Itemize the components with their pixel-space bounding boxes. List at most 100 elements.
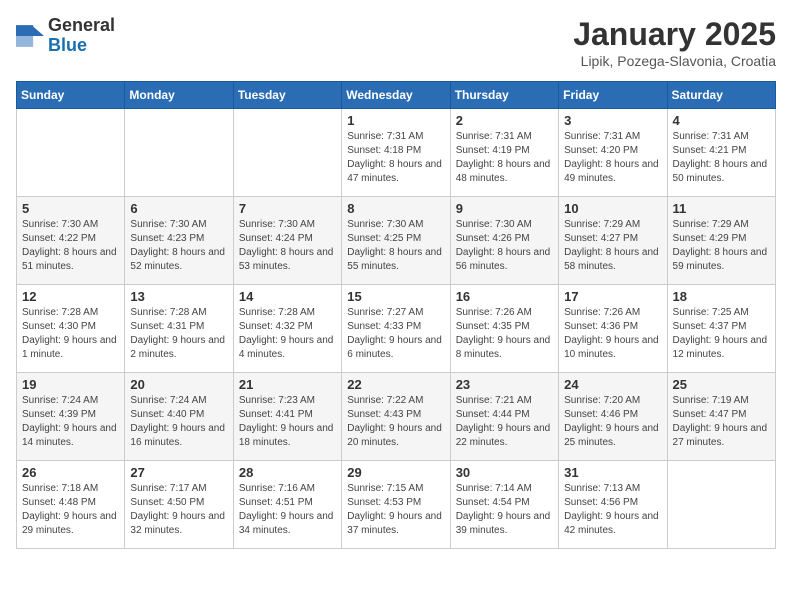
- day-number: 30: [456, 465, 553, 480]
- day-number: 8: [347, 201, 444, 216]
- day-cell: 4 Sunrise: 7:31 AM Sunset: 4:21 PM Daylig…: [667, 109, 775, 197]
- day-info: Sunrise: 7:30 AM Sunset: 4:23 PM Dayligh…: [130, 218, 227, 274]
- logo-text: General Blue: [48, 16, 115, 56]
- day-number: 11: [673, 201, 770, 216]
- day-number: 25: [673, 377, 770, 392]
- day-cell: 10Sunrise: 7:29 AM Sunset: 4:27 PM Dayli…: [559, 197, 667, 285]
- day-info: Sunrise: 7:13 AM Sunset: 4:56 PM Dayligh…: [564, 482, 661, 538]
- day-info: Sunrise: 7:31 AM Sunset: 4:21 PM Dayligh…: [673, 130, 770, 186]
- day-number: 12: [22, 289, 119, 304]
- day-number: 6: [130, 201, 227, 216]
- logo-blue: Blue: [48, 35, 87, 55]
- day-info: Sunrise: 7:31 AM Sunset: 4:19 PM Dayligh…: [456, 130, 553, 186]
- day-number: 21: [239, 377, 336, 392]
- day-number: 9: [456, 201, 553, 216]
- week-row-3: 12Sunrise: 7:28 AM Sunset: 4:30 PM Dayli…: [17, 285, 776, 373]
- title-block: January 2025 Lipik, Pozega-Slavonia, Cro…: [573, 16, 776, 69]
- day-cell: 9Sunrise: 7:30 AM Sunset: 4:26 PM Daylig…: [450, 197, 558, 285]
- day-number: 27: [130, 465, 227, 480]
- day-number: 17: [564, 289, 661, 304]
- day-cell: [125, 109, 233, 197]
- day-info: Sunrise: 7:20 AM Sunset: 4:46 PM Dayligh…: [564, 394, 661, 450]
- day-info: Sunrise: 7:22 AM Sunset: 4:43 PM Dayligh…: [347, 394, 444, 450]
- day-cell: 8 Sunrise: 7:30 AM Sunset: 4:25 PM Daylig…: [342, 197, 450, 285]
- weekday-header-wednesday: Wednesday: [342, 82, 450, 109]
- day-info: Sunrise: 7:28 AM Sunset: 4:32 PM Dayligh…: [239, 306, 336, 362]
- day-cell: 19 Sunrise: 7:24 AM Sunset: 4:39 PM Dayli…: [17, 373, 125, 461]
- day-number: 22: [347, 377, 444, 392]
- day-cell: 17 Sunrise: 7:26 AM Sunset: 4:36 PM Dayli…: [559, 285, 667, 373]
- day-cell: 3 Sunrise: 7:31 AM Sunset: 4:20 PM Daylig…: [559, 109, 667, 197]
- day-cell: 7 Sunrise: 7:30 AM Sunset: 4:24 PM Daylig…: [233, 197, 341, 285]
- day-number: 26: [22, 465, 119, 480]
- day-number: 20: [130, 377, 227, 392]
- page-header: General Blue January 2025 Lipik, Pozega-…: [16, 16, 776, 69]
- day-cell: 13 Sunrise: 7:28 AM Sunset: 4:31 PM Dayli…: [125, 285, 233, 373]
- day-info: Sunrise: 7:24 AM Sunset: 4:39 PM Dayligh…: [22, 394, 119, 450]
- week-row-4: 19 Sunrise: 7:24 AM Sunset: 4:39 PM Dayli…: [17, 373, 776, 461]
- weekday-header-thursday: Thursday: [450, 82, 558, 109]
- day-cell: 23 Sunrise: 7:21 AM Sunset: 4:44 PM Dayli…: [450, 373, 558, 461]
- calendar-title: January 2025: [573, 16, 776, 53]
- calendar-table: SundayMondayTuesdayWednesdayThursdayFrid…: [16, 81, 776, 549]
- day-number: 29: [347, 465, 444, 480]
- day-number: 14: [239, 289, 336, 304]
- day-number: 7: [239, 201, 336, 216]
- weekday-header-sunday: Sunday: [17, 82, 125, 109]
- day-cell: 21 Sunrise: 7:23 AM Sunset: 4:41 PM Dayli…: [233, 373, 341, 461]
- day-cell: 30 Sunrise: 7:14 AM Sunset: 4:54 PM Dayli…: [450, 461, 558, 549]
- day-number: 16: [456, 289, 553, 304]
- day-cell: 16Sunrise: 7:26 AM Sunset: 4:35 PM Dayli…: [450, 285, 558, 373]
- weekday-header-saturday: Saturday: [667, 82, 775, 109]
- day-cell: 26 Sunrise: 7:18 AM Sunset: 4:48 PM Dayli…: [17, 461, 125, 549]
- day-cell: 28 Sunrise: 7:16 AM Sunset: 4:51 PM Dayli…: [233, 461, 341, 549]
- day-cell: 15 Sunrise: 7:27 AM Sunset: 4:33 PM Dayli…: [342, 285, 450, 373]
- day-cell: 29 Sunrise: 7:15 AM Sunset: 4:53 PM Dayli…: [342, 461, 450, 549]
- day-number: 4: [673, 113, 770, 128]
- day-info: Sunrise: 7:14 AM Sunset: 4:54 PM Dayligh…: [456, 482, 553, 538]
- day-number: 10: [564, 201, 661, 216]
- day-cell: 25 Sunrise: 7:19 AM Sunset: 4:47 PM Dayli…: [667, 373, 775, 461]
- day-number: 15: [347, 289, 444, 304]
- day-info: Sunrise: 7:31 AM Sunset: 4:18 PM Dayligh…: [347, 130, 444, 186]
- day-info: Sunrise: 7:25 AM Sunset: 4:37 PM Dayligh…: [673, 306, 770, 362]
- week-row-5: 26 Sunrise: 7:18 AM Sunset: 4:48 PM Dayli…: [17, 461, 776, 549]
- day-number: 28: [239, 465, 336, 480]
- day-cell: [667, 461, 775, 549]
- weekday-header-monday: Monday: [125, 82, 233, 109]
- day-info: Sunrise: 7:27 AM Sunset: 4:33 PM Dayligh…: [347, 306, 444, 362]
- day-number: 2: [456, 113, 553, 128]
- logo-icon: [16, 22, 44, 50]
- day-info: Sunrise: 7:26 AM Sunset: 4:36 PM Dayligh…: [564, 306, 661, 362]
- day-info: Sunrise: 7:19 AM Sunset: 4:47 PM Dayligh…: [673, 394, 770, 450]
- day-info: Sunrise: 7:17 AM Sunset: 4:50 PM Dayligh…: [130, 482, 227, 538]
- day-number: 3: [564, 113, 661, 128]
- weekday-header-friday: Friday: [559, 82, 667, 109]
- day-cell: 24Sunrise: 7:20 AM Sunset: 4:46 PM Dayli…: [559, 373, 667, 461]
- day-info: Sunrise: 7:16 AM Sunset: 4:51 PM Dayligh…: [239, 482, 336, 538]
- day-info: Sunrise: 7:30 AM Sunset: 4:22 PM Dayligh…: [22, 218, 119, 274]
- day-number: 18: [673, 289, 770, 304]
- day-info: Sunrise: 7:15 AM Sunset: 4:53 PM Dayligh…: [347, 482, 444, 538]
- day-number: 13: [130, 289, 227, 304]
- weekday-header-row: SundayMondayTuesdayWednesdayThursdayFrid…: [17, 82, 776, 109]
- day-info: Sunrise: 7:18 AM Sunset: 4:48 PM Dayligh…: [22, 482, 119, 538]
- logo: General Blue: [16, 16, 115, 56]
- day-info: Sunrise: 7:30 AM Sunset: 4:25 PM Dayligh…: [347, 218, 444, 274]
- day-number: 19: [22, 377, 119, 392]
- day-cell: 6 Sunrise: 7:30 AM Sunset: 4:23 PM Daylig…: [125, 197, 233, 285]
- day-info: Sunrise: 7:21 AM Sunset: 4:44 PM Dayligh…: [456, 394, 553, 450]
- weekday-header-tuesday: Tuesday: [233, 82, 341, 109]
- day-info: Sunrise: 7:28 AM Sunset: 4:31 PM Dayligh…: [130, 306, 227, 362]
- week-row-1: 1Sunrise: 7:31 AM Sunset: 4:18 PM Daylig…: [17, 109, 776, 197]
- logo-general: General: [48, 15, 115, 35]
- day-number: 23: [456, 377, 553, 392]
- day-cell: 22 Sunrise: 7:22 AM Sunset: 4:43 PM Dayli…: [342, 373, 450, 461]
- day-info: Sunrise: 7:30 AM Sunset: 4:24 PM Dayligh…: [239, 218, 336, 274]
- day-cell: 5Sunrise: 7:30 AM Sunset: 4:22 PM Daylig…: [17, 197, 125, 285]
- day-info: Sunrise: 7:23 AM Sunset: 4:41 PM Dayligh…: [239, 394, 336, 450]
- day-info: Sunrise: 7:31 AM Sunset: 4:20 PM Dayligh…: [564, 130, 661, 186]
- day-cell: 27 Sunrise: 7:17 AM Sunset: 4:50 PM Dayli…: [125, 461, 233, 549]
- day-number: 31: [564, 465, 661, 480]
- day-cell: 2 Sunrise: 7:31 AM Sunset: 4:19 PM Daylig…: [450, 109, 558, 197]
